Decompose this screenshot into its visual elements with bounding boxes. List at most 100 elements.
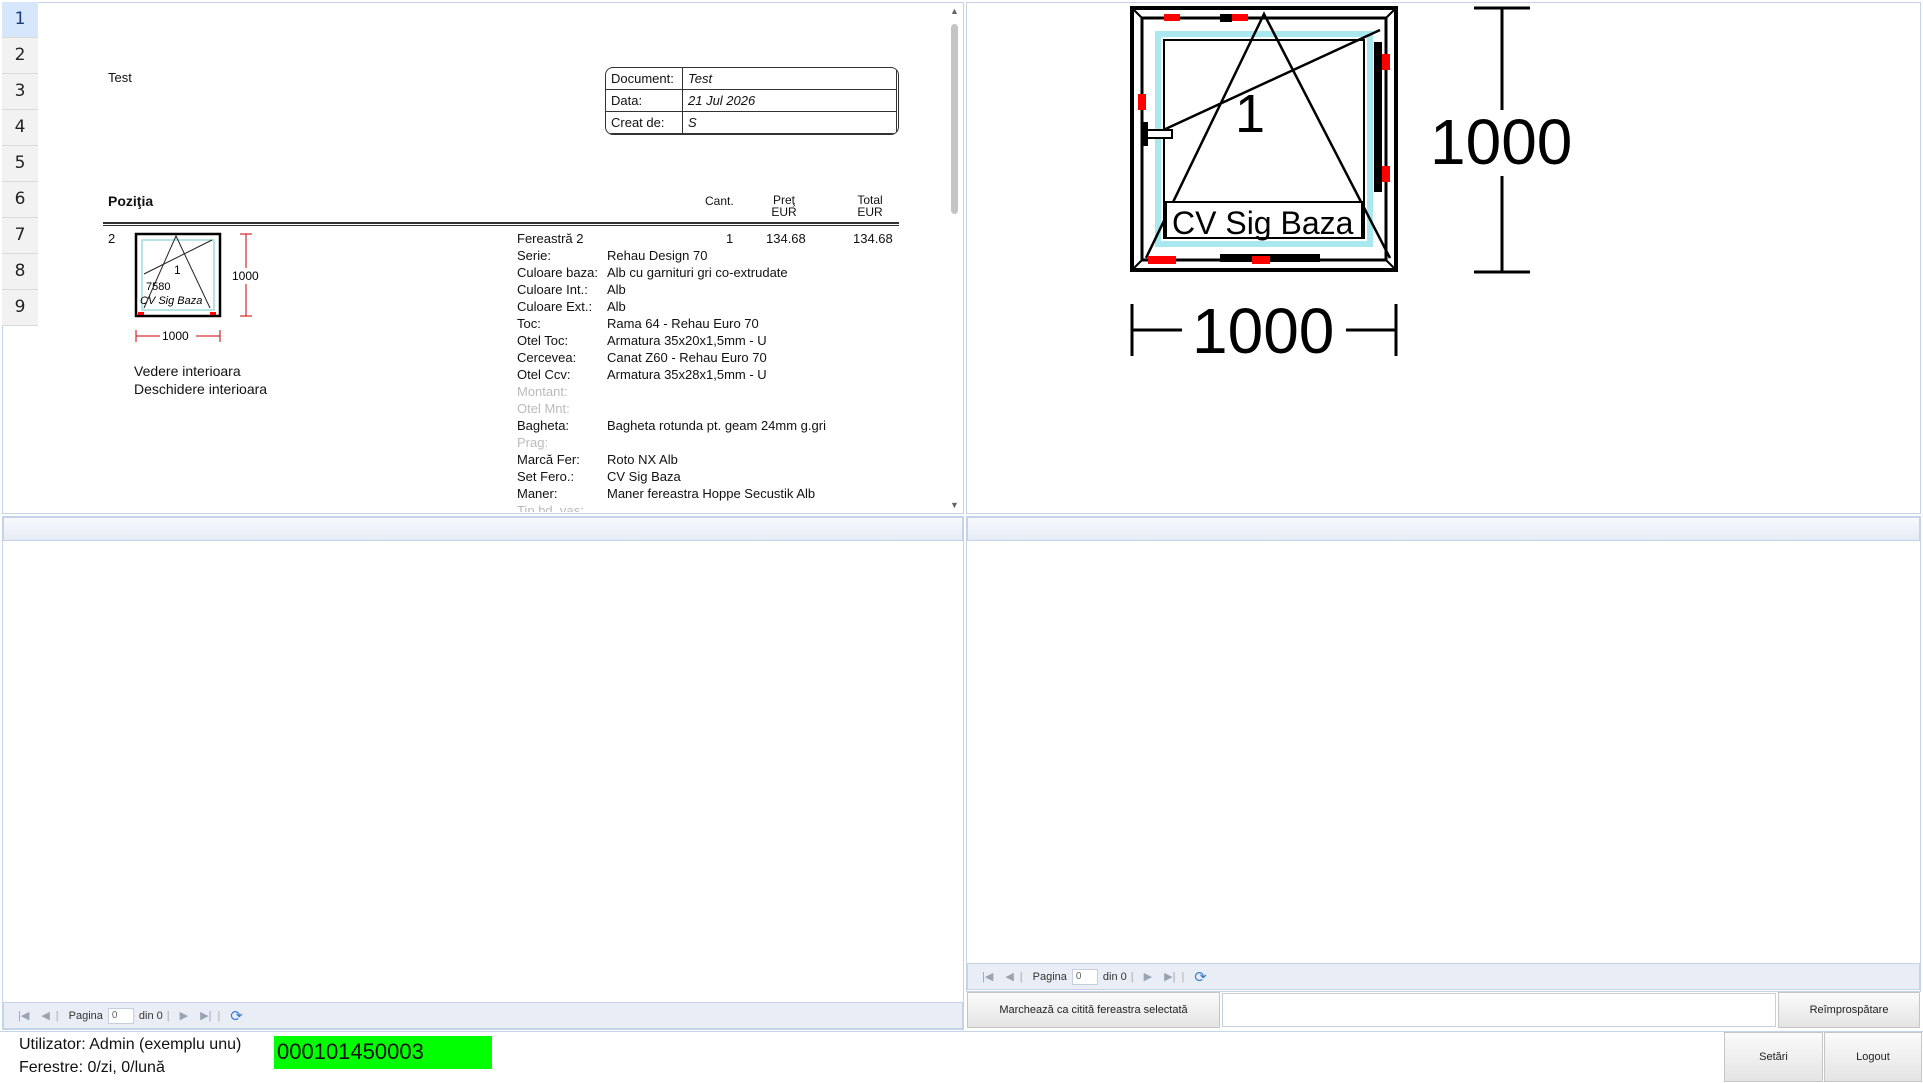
spec-value: CV Sig Baza [607, 469, 681, 484]
spec-label: Culoare baza: [517, 265, 598, 280]
pager-label: Pagina [68, 1009, 103, 1022]
prev-page-icon[interactable]: ◀ [41, 1009, 49, 1022]
height-dimension: 1000 [1430, 106, 1572, 178]
spec-row: Otel Mnt: [517, 401, 917, 418]
spec-label: Culoare Ext.: [517, 299, 593, 314]
spec-row: Culoare Int.: Alb [517, 282, 917, 299]
refresh-icon[interactable]: ⟳ [1194, 968, 1207, 986]
spec-row: Cercevea: Canat Z60 - Rehau Euro 70 [517, 350, 917, 367]
pager-label: Pagina [1032, 970, 1067, 983]
spec-label: Otel Mnt: [517, 401, 570, 416]
left-pager: |◀ ◀ | Pagina din 0 | ▶ ▶| | ⟳ [3, 1002, 963, 1029]
spec-value: Armatura 35x28x1,5mm - U [607, 367, 767, 382]
spec-row: Culoare baza: Alb cu garnituri gri co-ext… [517, 265, 917, 282]
spec-row: Prag: [517, 435, 917, 452]
spec-value: Roto NX Alb [607, 452, 678, 467]
spec-value: Bagheta rotunda pt. geam 24mm g.gri [607, 418, 826, 433]
first-page-icon[interactable]: |◀ [982, 970, 993, 983]
spec-value: Rehau Design 70 [607, 248, 708, 263]
spec-row: Otel Ccv: Armatura 35x28x1,5mm - U [517, 367, 917, 384]
page-number-input[interactable] [1071, 968, 1098, 985]
header-total: Total EUR [857, 193, 883, 219]
tab-2[interactable]: 2 [2, 38, 38, 74]
pager-of-label: din 0 [138, 1009, 163, 1022]
item-title: Fereastră 2 [517, 231, 584, 246]
spec-row: Marcă Fer: Roto NX Alb [517, 452, 917, 469]
hardware-label: CV Sig Baza [1172, 205, 1354, 241]
spec-value: Alb cu garnituri gri co-extrudate [607, 265, 788, 280]
report-scrollbar[interactable]: ▲ ▼ [948, 4, 962, 512]
last-page-icon[interactable]: ▶| [1164, 970, 1175, 983]
spec-row: Set Fero.: CV Sig Baza [517, 469, 917, 486]
next-page-icon[interactable]: ▶ [1144, 970, 1152, 983]
item-index: 2 [108, 231, 116, 246]
left-grid [2, 516, 964, 1030]
thumb-width-dim: 1000 [162, 329, 189, 343]
spec-value: Maner fereastra Hoppe Secustik Alb [607, 486, 816, 501]
spec-label: Set Fero.: [517, 469, 575, 484]
document-meta-box: Document: Test Data: 21 Jul 2026 Creat de:… [605, 67, 899, 135]
spec-value: Alb [607, 299, 626, 314]
tab-5[interactable]: 5 [2, 146, 38, 182]
logout-button[interactable]: Logout [1824, 1032, 1922, 1082]
view-note-2: Deschidere interioara [134, 381, 268, 397]
first-page-icon[interactable]: |◀ [18, 1009, 29, 1022]
header-rule [103, 222, 899, 226]
mark-read-button[interactable]: Marchează ca citită fereastra selectată [967, 992, 1220, 1028]
page-number-input[interactable] [107, 1007, 134, 1024]
windows-count: Ferestre: 0/zi, 0/lună [19, 1059, 165, 1076]
spec-label: Serie: [517, 248, 551, 263]
spec-label: Toc: [517, 316, 541, 331]
license-code: 000101450003 [274, 1036, 492, 1069]
spec-value: Rama 64 - Rehau Euro 70 [607, 316, 759, 331]
item-specs: Serie: Rehau Design 70 Culoare baza: Alb cu… [517, 248, 917, 512]
meta-label-date: Data: [606, 89, 683, 112]
meta-label-document: Document: [606, 68, 683, 90]
tab-3[interactable]: 3 [2, 74, 38, 110]
spec-label: Montant: [517, 384, 568, 399]
spec-row: Maner: Maner fereastra Hoppe Secustik Alb [517, 486, 917, 503]
spec-value: Alb [607, 282, 626, 297]
spec-label: Marcă Fer: [517, 452, 580, 467]
right-grid [966, 516, 1921, 992]
tab-4[interactable]: 4 [2, 110, 38, 146]
meta-label-created-by: Creat de: [606, 111, 683, 134]
scroll-thumb[interactable] [951, 24, 958, 214]
tab-9[interactable]: 9 [2, 290, 38, 326]
meta-value-created-by: S [682, 111, 897, 134]
thumb-height-dim: 1000 [232, 269, 259, 283]
refresh-button[interactable]: Reîmprospătare [1778, 992, 1920, 1028]
refresh-icon[interactable]: ⟳ [230, 1007, 243, 1025]
tab-7[interactable]: 7 [2, 218, 38, 254]
tab-8[interactable]: 8 [2, 254, 38, 290]
last-page-icon[interactable]: ▶| [200, 1009, 211, 1022]
spec-value: Canat Z60 - Rehau Euro 70 [607, 350, 767, 365]
width-dimension: 1000 [1192, 295, 1334, 367]
scroll-down-arrow-icon[interactable]: ▼ [950, 500, 959, 510]
thumb-sash-number: 1 [174, 263, 181, 277]
next-page-icon[interactable]: ▶ [180, 1009, 188, 1022]
spec-label: Otel Ccv: [517, 367, 571, 382]
spec-row: Serie: Rehau Design 70 [517, 248, 917, 265]
position-tabs: 123456789 [2, 2, 38, 326]
spec-row: Otel Toc: Armatura 35x20x1,5mm - U [517, 333, 917, 350]
spec-label: Tip bd. vas: [517, 503, 584, 512]
right-pager: |◀ ◀ | Pagina din 0 | ▶ ▶| | ⟳ [967, 963, 1920, 990]
spec-row: Toc: Rama 64 - Rehau Euro 70 [517, 316, 917, 333]
settings-button[interactable]: Setări [1724, 1032, 1823, 1082]
left-grid-header [3, 517, 963, 541]
scroll-up-arrow-icon[interactable]: ▲ [950, 6, 959, 16]
user-info: Utilizator: Admin (exemplu unu) [19, 1036, 242, 1053]
thumb-label-a: 7580 [146, 281, 170, 293]
item-qty: 1 [726, 231, 734, 246]
spec-label: Prag: [517, 435, 549, 450]
spec-row: Bagheta: Bagheta rotunda pt. geam 24mm g.… [517, 418, 917, 435]
spec-value: Armatura 35x20x1,5mm - U [607, 333, 767, 348]
tab-6[interactable]: 6 [2, 182, 38, 218]
prev-page-icon[interactable]: ◀ [1005, 970, 1013, 983]
spec-label: Cercevea: [517, 350, 577, 365]
tab-1[interactable]: 1 [2, 2, 38, 38]
item-price: 134.68 [766, 231, 806, 246]
item-total: 134.68 [853, 231, 893, 246]
action-input[interactable] [1222, 993, 1776, 1027]
